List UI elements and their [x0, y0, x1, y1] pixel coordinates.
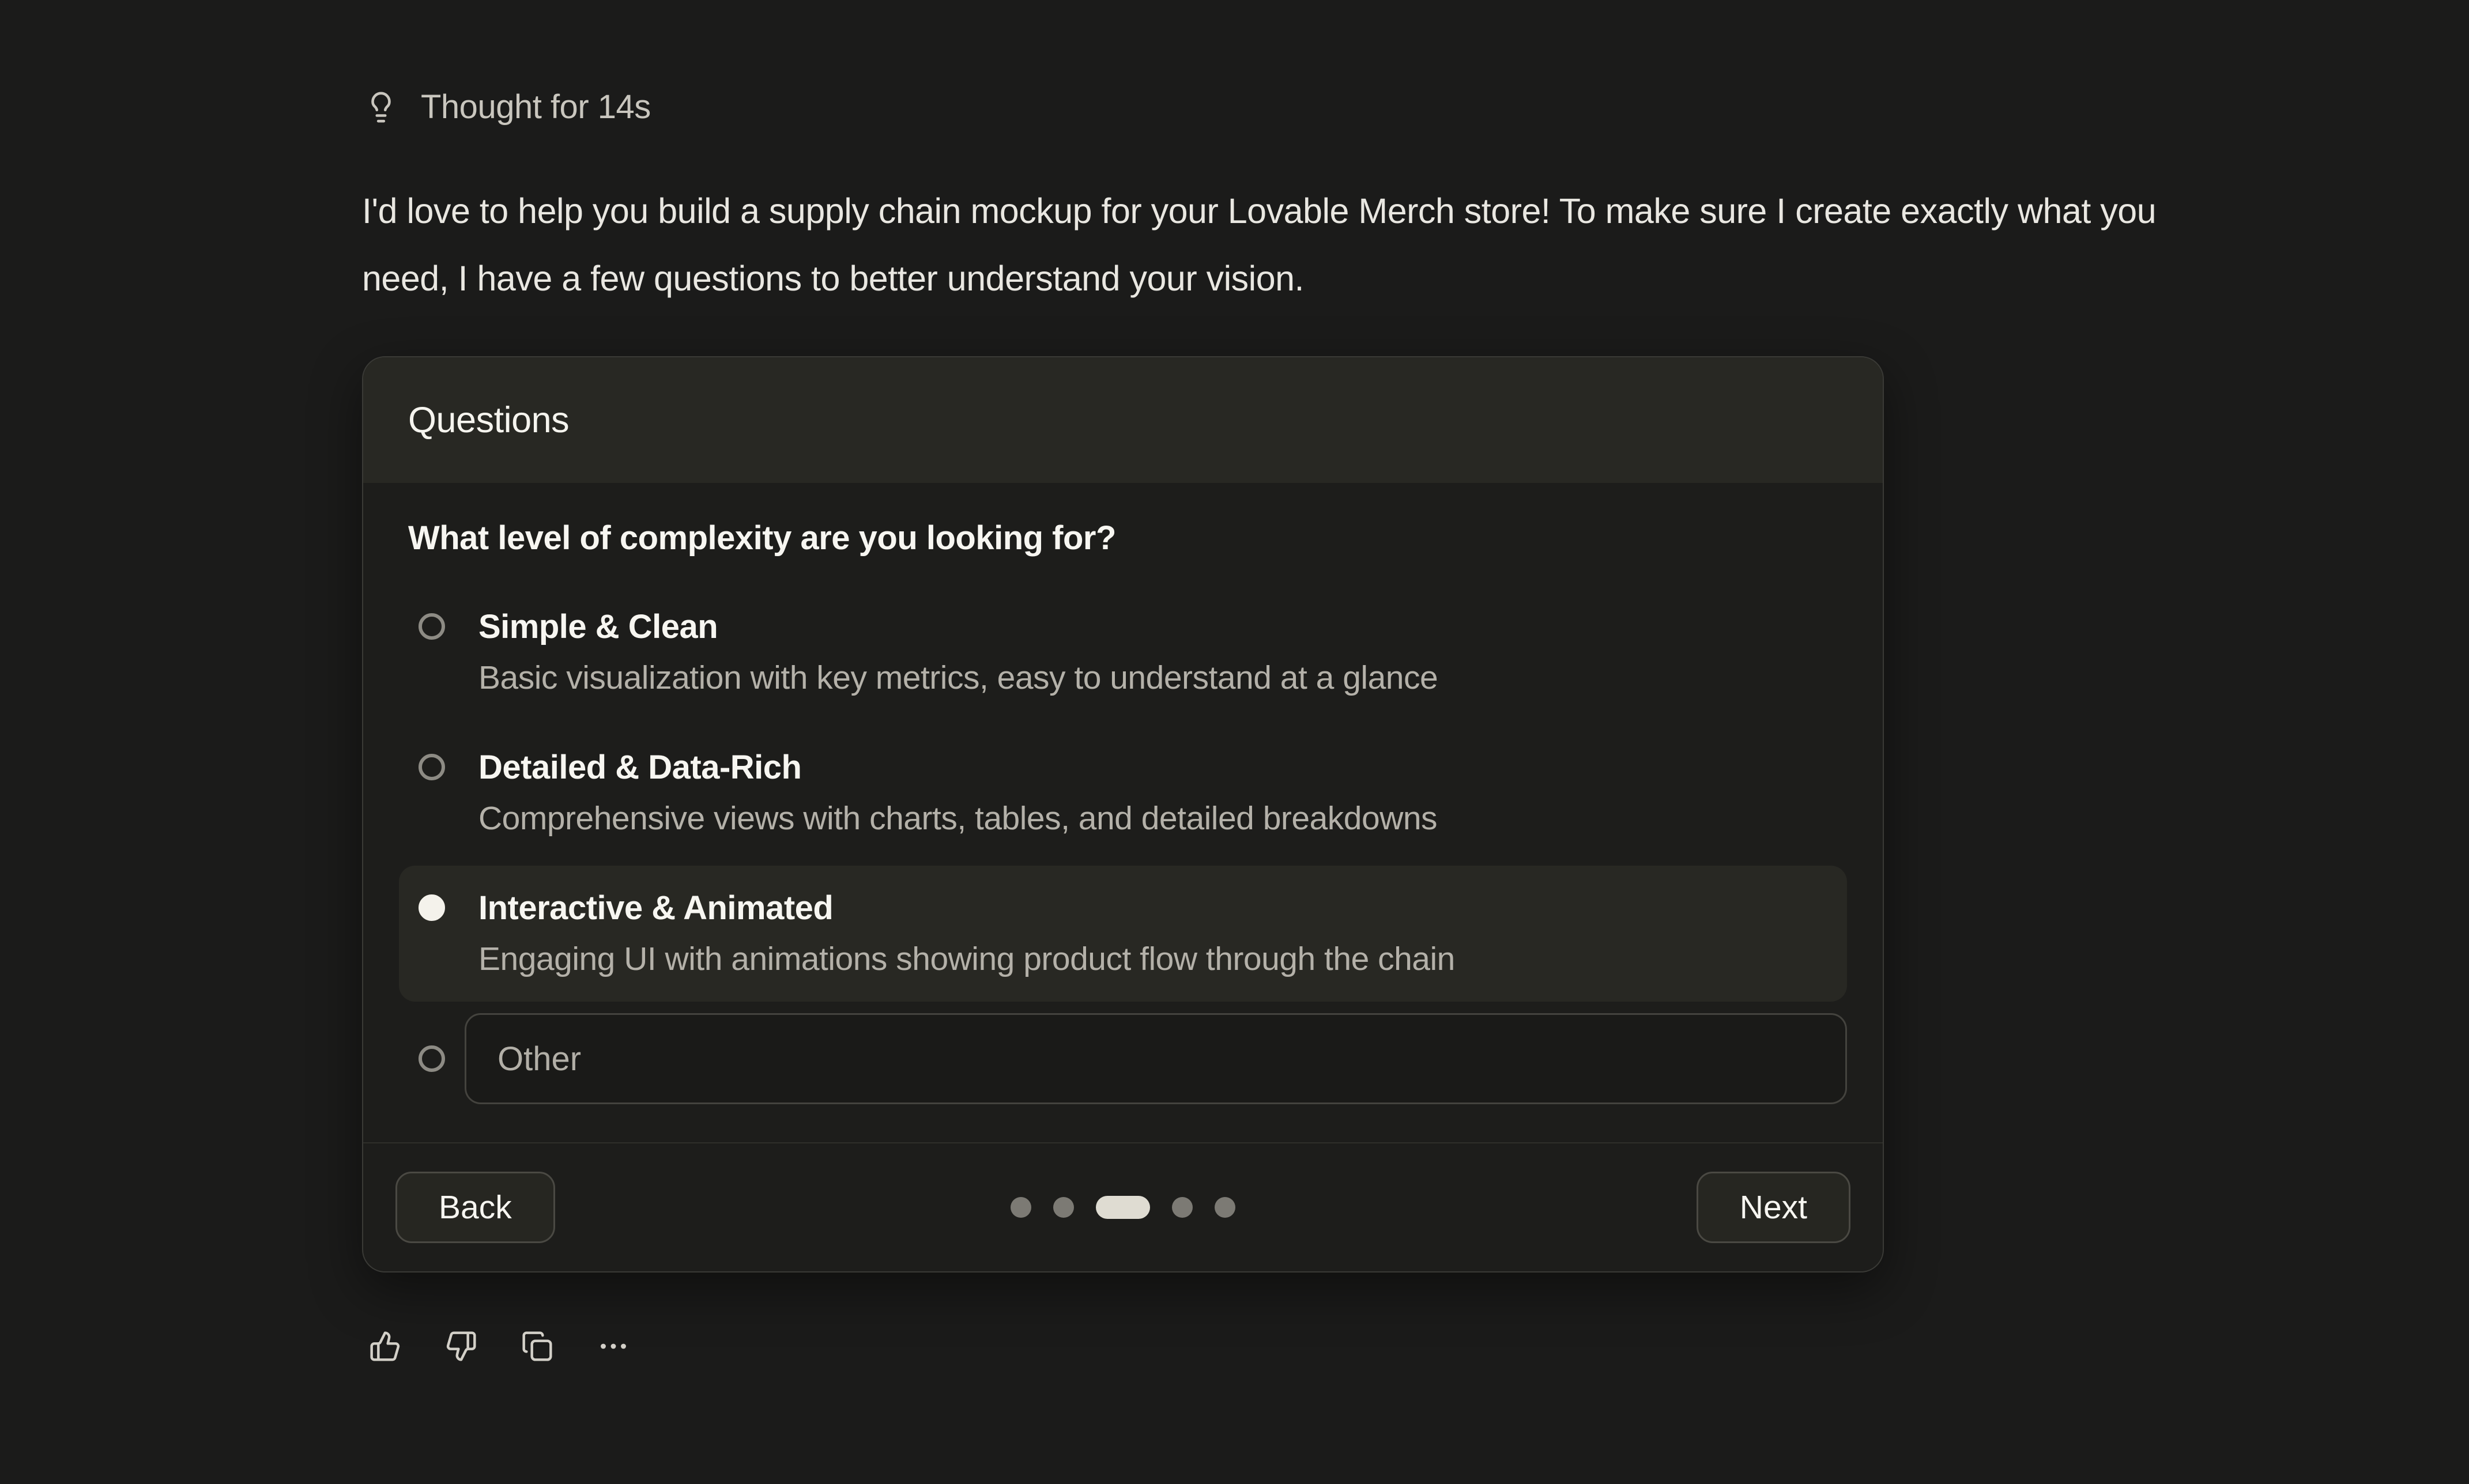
card-header: Questions	[363, 357, 1883, 483]
option-simple-clean[interactable]: Simple & Clean Basic visualization with …	[399, 584, 1847, 720]
radio-detailed-data-rich[interactable]	[419, 754, 445, 780]
radio-simple-clean[interactable]	[419, 613, 445, 640]
thumbs-up-icon	[369, 1330, 401, 1362]
option-description: Comprehensive views with charts, tables,…	[478, 793, 1437, 844]
message-actions	[369, 1330, 629, 1362]
option-description: Engaging UI with animations showing prod…	[478, 934, 1455, 984]
pagination-dot	[1011, 1197, 1031, 1218]
thought-toggle[interactable]: Thought for 14s	[364, 88, 651, 126]
other-input[interactable]	[465, 1013, 1847, 1104]
back-button[interactable]: Back	[395, 1172, 555, 1243]
thumbs-down-button[interactable]	[445, 1330, 477, 1362]
pagination-dot	[1053, 1197, 1074, 1218]
option-other-row	[399, 1005, 1847, 1104]
card-title: Questions	[408, 399, 569, 441]
more-options-button[interactable]	[597, 1330, 629, 1362]
card-body: What level of complexity are you looking…	[363, 483, 1883, 1142]
option-detailed-data-rich[interactable]: Detailed & Data-Rich Comprehensive views…	[399, 725, 1847, 861]
assistant-message: I'd love to help you build a supply chai…	[362, 178, 2195, 312]
thought-label: Thought for 14s	[421, 88, 651, 126]
pagination	[1011, 1196, 1235, 1219]
option-title: Detailed & Data-Rich	[478, 742, 1437, 793]
pagination-dot-active	[1096, 1196, 1150, 1219]
option-description: Basic visualization with key metrics, ea…	[478, 652, 1438, 703]
option-title: Simple & Clean	[478, 602, 1438, 652]
pagination-dot	[1215, 1197, 1235, 1218]
thumbs-down-icon	[445, 1330, 477, 1362]
next-button[interactable]: Next	[1697, 1172, 1850, 1243]
pagination-dot	[1172, 1197, 1193, 1218]
lightbulb-icon	[364, 90, 398, 124]
questions-card: Questions What level of complexity are y…	[362, 356, 1884, 1272]
thumbs-up-button[interactable]	[369, 1330, 401, 1362]
option-interactive-animated[interactable]: Interactive & Animated Engaging UI with …	[399, 866, 1847, 1002]
copy-icon	[521, 1330, 553, 1362]
question-text: What level of complexity are you looking…	[408, 518, 1847, 559]
card-footer: Back Next	[363, 1142, 1883, 1271]
ellipsis-icon	[597, 1330, 629, 1362]
option-title: Interactive & Animated	[478, 883, 1455, 934]
copy-button[interactable]	[521, 1330, 553, 1362]
radio-other[interactable]	[419, 1045, 445, 1072]
radio-interactive-animated[interactable]	[419, 894, 445, 921]
options-list: Simple & Clean Basic visualization with …	[399, 584, 1847, 1002]
